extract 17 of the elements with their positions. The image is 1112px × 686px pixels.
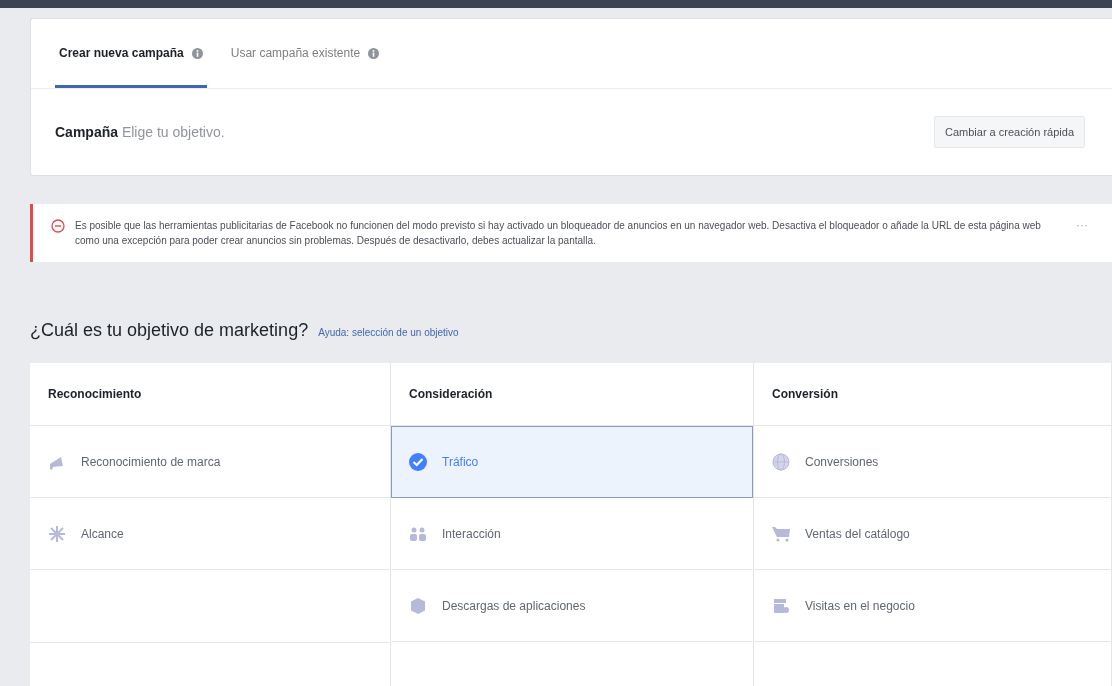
info-icon — [191, 47, 203, 59]
cart-icon — [771, 524, 791, 544]
globe-icon — [771, 452, 791, 472]
minus-circle-icon — [51, 219, 65, 233]
campaign-heading: Campaña Elige tu objetivo. — [55, 124, 225, 140]
section-heading: ¿Cuál es tu objetivo de marketing? — [30, 320, 309, 341]
cube-icon — [408, 596, 428, 616]
alert-message: Es posible que las herramientas publicitarias de Facebook no funcionen del modo previsto si hay activado un bloqueador de anuncios en un navegador web. Desactiva el bloqueador o añade la URL de esta página web como una excepción para poder crear anuncios sin problemas. Después de desactivarlo, debes actualizar la pantalla. — [75, 219, 1042, 248]
objective-option[interactable]: Tráfico — [391, 426, 753, 498]
burst-icon — [47, 524, 67, 544]
tab[interactable]: Usar campaña existente — [226, 19, 384, 88]
info-icon — [368, 47, 380, 59]
quick-create-button[interactable]: Cambiar a creación rápida — [934, 116, 1085, 148]
tab[interactable]: Crear nueva campaña — [55, 19, 207, 88]
check-icon — [408, 452, 428, 472]
help-link[interactable]: Ayuda: selección de un objetivo — [318, 327, 459, 338]
store-icon — [771, 596, 791, 616]
